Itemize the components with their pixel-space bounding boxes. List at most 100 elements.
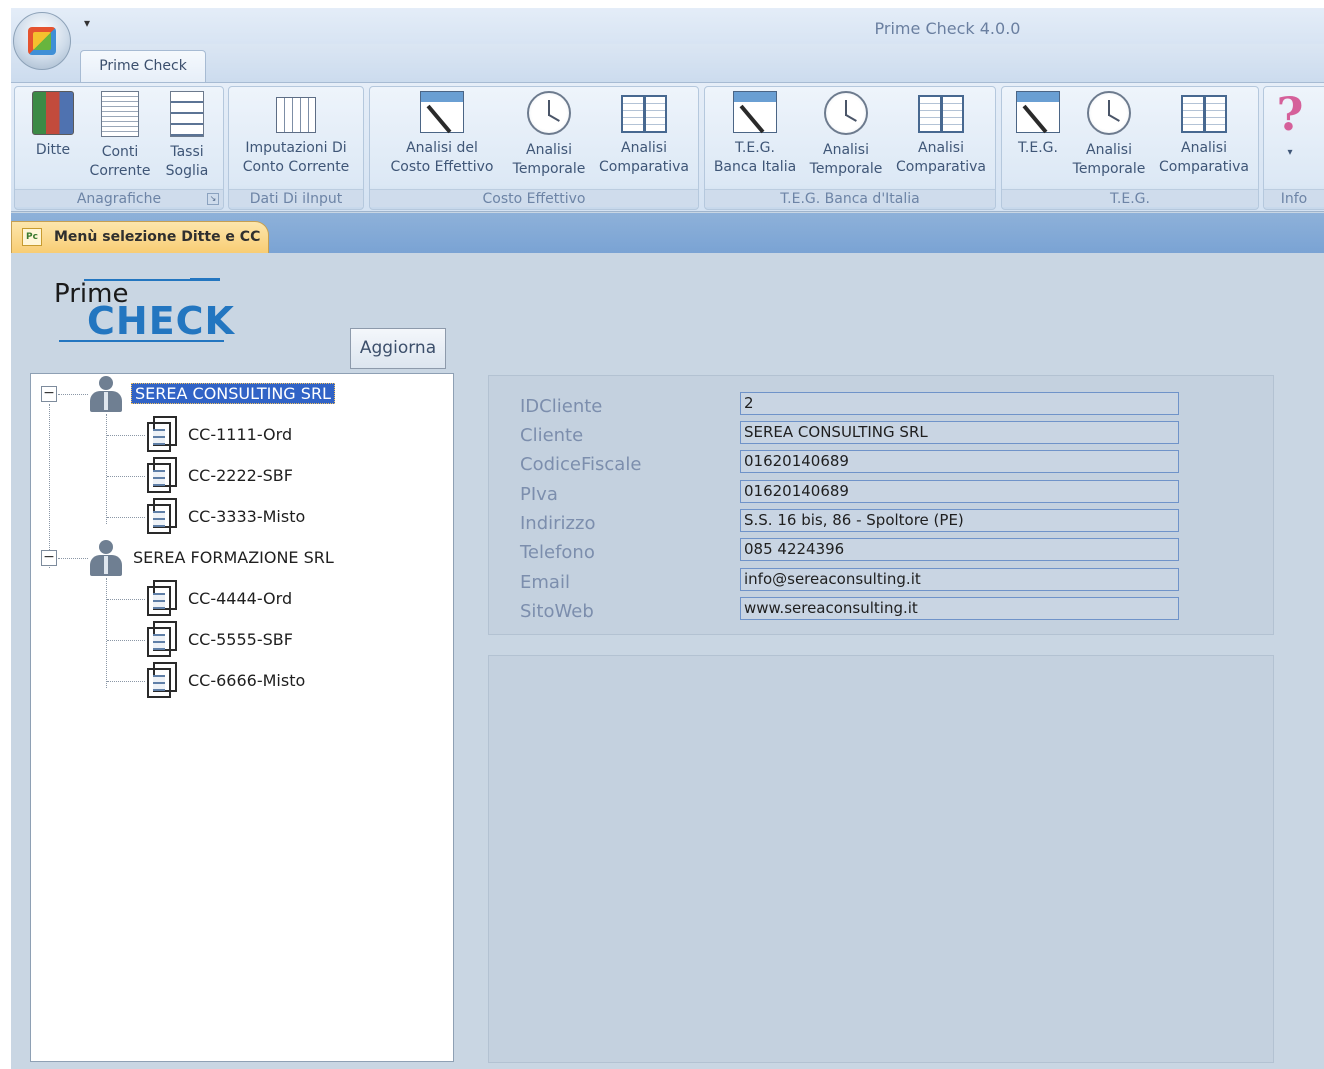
account-document-icon [147, 457, 179, 495]
compare-columns-icon [918, 95, 964, 133]
rates-list-icon [170, 91, 204, 137]
teg-bi-label-1: T.E.G. [735, 140, 775, 156]
companies-icon [32, 91, 74, 135]
teg-banca-italia-button[interactable]: T.E.G. Banca Italia [709, 91, 801, 177]
document-tab-label: Menù selezione Ditte e CC [54, 229, 261, 245]
imputazioni-label-2: Conto Corrente [242, 159, 350, 175]
help-button[interactable]: ? ▾ [1270, 91, 1310, 162]
tab-menu-selezione[interactable]: Pc Menù selezione Ditte e CC [11, 221, 269, 253]
field-value-email[interactable]: info@sereaconsulting.it [740, 568, 1179, 591]
document-tab-strip: Pc Menù selezione Ditte e CC [11, 213, 1324, 253]
collapse-toggle[interactable]: − [41, 386, 57, 402]
field-value-codicefiscale[interactable]: 01620140689 [740, 450, 1179, 473]
tree-connector [107, 640, 145, 641]
prime-check-logo: Prime CHECK [54, 274, 234, 346]
analisi-temporale-teg-button[interactable]: Analisi Temporale [1066, 91, 1152, 179]
analisi-costo-label-1: Analisi del [406, 140, 478, 156]
field-label-piva: PIva [520, 484, 558, 505]
company-tree[interactable]: − SEREA CONSULTING SRL CC-1111-Ord CC-22… [30, 373, 454, 1062]
field-label-codicefiscale: CodiceFiscale [520, 454, 642, 475]
tree-node-account[interactable]: CC-3333-Misto [188, 497, 305, 537]
tassi-label-1: Tassi [170, 144, 204, 160]
wizard-table-icon [733, 91, 777, 133]
clock-icon [824, 91, 868, 135]
group-label-costo-effettivo: Costo Effettivo [370, 189, 698, 207]
data-entry-table-icon [276, 97, 316, 133]
logo-check-text: CHECK [87, 299, 235, 343]
analisi-comparativa-ce-label-1: Analisi [621, 140, 667, 156]
office-button[interactable] [13, 12, 71, 70]
tree-node-company[interactable]: SEREA FORMAZIONE SRL [133, 538, 334, 578]
group-dati-input: Imputazioni Di Conto Corrente Dati Di iI… [228, 86, 364, 210]
analisi-temporale-teg-label-1: Analisi [1086, 142, 1132, 158]
collapse-toggle[interactable]: − [41, 550, 57, 566]
window-title: Prime Check 4.0.0 [874, 19, 1021, 38]
account-document-icon [147, 416, 179, 454]
analisi-costo-effettivo-button[interactable]: Analisi del Costo Effettivo [376, 91, 508, 177]
tassi-label-2: Soglia [165, 163, 209, 179]
tree-connector [58, 558, 88, 559]
imputazioni-label-1: Imputazioni Di [245, 140, 347, 156]
group-label-teg-banca-italia: T.E.G. Banca d'Italia [705, 189, 995, 207]
ledger-icon [101, 91, 139, 137]
wizard-table-icon [1016, 91, 1060, 133]
imputazioni-button[interactable]: Imputazioni Di Conto Corrente [233, 91, 359, 177]
tree-connector [107, 476, 145, 477]
wizard-table-icon [420, 91, 464, 133]
company-icon [90, 376, 122, 414]
tree-connector [107, 435, 145, 436]
logo-line-bottom [59, 340, 224, 342]
analisi-comparativa-ce-button[interactable]: Analisi Comparativa [594, 91, 694, 177]
teg-label: T.E.G. [1018, 140, 1058, 156]
conti-label-2: Corrente [89, 163, 151, 179]
tree-node-account[interactable]: CC-1111-Ord [188, 415, 292, 455]
tassi-soglia-button[interactable]: Tassi Soglia [157, 91, 217, 181]
app-window: ▾ Prime Check 4.0.0 Prime Check Ditte Co… [11, 8, 1324, 1069]
conti-label-1: Conti [101, 144, 139, 160]
tree-node-account[interactable]: CC-2222-SBF [188, 456, 293, 496]
analisi-costo-label-2: Costo Effettivo [390, 159, 494, 175]
conti-corrente-button[interactable]: Conti Corrente [85, 91, 155, 181]
analisi-temporale-bi-button[interactable]: Analisi Temporale [803, 91, 889, 179]
ribbon: Ditte Conti Corrente Tassi Soglia Anagra… [11, 82, 1324, 212]
analisi-comparativa-teg-button[interactable]: Analisi Comparativa [1154, 91, 1254, 177]
ditte-button[interactable]: Ditte [25, 91, 81, 160]
ditte-label: Ditte [35, 142, 71, 158]
analisi-temporale-ce-label-1: Analisi [526, 142, 572, 158]
account-document-icon [147, 498, 179, 536]
group-info: ? ▾ Info [1263, 86, 1324, 210]
field-value-piva[interactable]: 01620140689 [740, 480, 1179, 503]
group-anagrafiche: Ditte Conti Corrente Tassi Soglia Anagra… [14, 86, 224, 210]
tree-connector [106, 414, 107, 524]
tab-prime-check[interactable]: Prime Check [80, 50, 206, 83]
field-label-indirizzo: Indirizzo [520, 513, 596, 534]
analisi-temporale-ce-label-2: Temporale [512, 161, 586, 177]
field-value-telefono[interactable]: 085 4224396 [740, 538, 1179, 561]
tree-node-account[interactable]: CC-4444-Ord [188, 579, 292, 619]
teg-button[interactable]: T.E.G. [1008, 91, 1068, 158]
analisi-comparativa-bi-label-2: Comparativa [895, 159, 987, 175]
group-label-anagrafiche: Anagrafiche [15, 189, 223, 207]
analisi-temporale-bi-label-1: Analisi [823, 142, 869, 158]
compare-columns-icon [1181, 95, 1227, 133]
tree-connector [107, 517, 145, 518]
help-icon: ? [1276, 87, 1304, 141]
refresh-button[interactable]: Aggiorna [350, 328, 446, 369]
field-value-indirizzo[interactable]: S.S. 16 bis, 86 - Spoltore (PE) [740, 509, 1179, 532]
field-value-idcliente[interactable]: 2 [740, 392, 1179, 415]
tree-node-account[interactable]: CC-6666-Misto [188, 661, 305, 701]
analisi-temporale-ce-button[interactable]: Analisi Temporale [506, 91, 592, 179]
account-details-panel [488, 655, 1274, 1063]
compare-columns-icon [621, 95, 667, 133]
dialog-launcher-icon[interactable]: ↘ [207, 193, 219, 205]
analisi-comparativa-bi-button[interactable]: Analisi Comparativa [891, 91, 991, 177]
company-name: SEREA CONSULTING SRL [131, 383, 335, 404]
client-details-panel: IDCliente 2 Cliente SEREA CONSULTING SRL… [488, 375, 1274, 635]
tree-node-company[interactable]: SEREA CONSULTING SRL [131, 374, 335, 414]
group-label-dati-input: Dati Di iInput [229, 189, 363, 207]
clock-icon [527, 91, 571, 135]
field-value-sitoweb[interactable]: www.sereaconsulting.it [740, 597, 1179, 620]
tree-node-account[interactable]: CC-5555-SBF [188, 620, 293, 660]
tree-connector [107, 599, 145, 600]
field-value-cliente[interactable]: SEREA CONSULTING SRL [740, 421, 1179, 444]
